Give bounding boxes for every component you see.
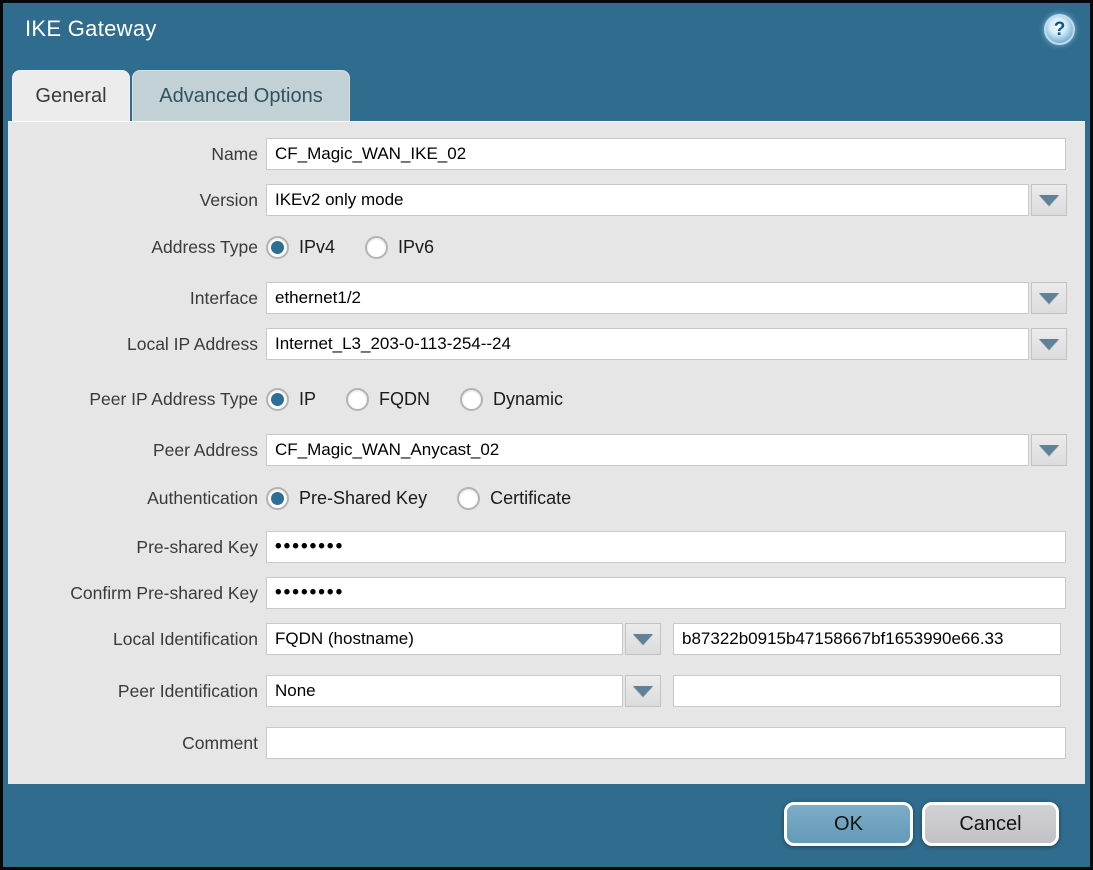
peer-id-label: Peer Identification — [8, 681, 258, 702]
cancel-button[interactable]: Cancel — [922, 802, 1059, 846]
version-input[interactable] — [266, 184, 1029, 216]
name-input[interactable] — [266, 138, 1066, 170]
form-row-psk: Pre-shared Key — [8, 531, 1085, 563]
ike-gateway-dialog: IKE Gateway ? General Advanced Options N… — [0, 0, 1093, 870]
comment-input[interactable] — [266, 727, 1066, 759]
radio-ipv6-label[interactable]: IPv6 — [398, 237, 434, 258]
tab-advanced-options[interactable]: Advanced Options — [132, 70, 350, 121]
radio-peer-fqdn[interactable] — [346, 388, 369, 411]
form-row-peer-address: Peer Address — [8, 434, 1085, 466]
form-row-address-type: Address Type IPv4 IPv6 — [8, 231, 1085, 263]
ok-button[interactable]: OK — [784, 802, 913, 846]
form-row-confirm-psk: Confirm Pre-shared Key — [8, 577, 1085, 609]
local-ip-dropdown-arrow-icon[interactable] — [1031, 328, 1067, 360]
peer-address-dropdown-arrow-icon[interactable] — [1031, 434, 1067, 466]
radio-certificate-label[interactable]: Certificate — [490, 488, 571, 509]
form-row-interface: Interface — [8, 282, 1085, 314]
local-id-dropdown-arrow-icon[interactable] — [625, 623, 661, 655]
form-row-version: Version — [8, 184, 1085, 216]
form-row-name: Name — [8, 138, 1085, 170]
form-row-authentication: Authentication Pre-Shared Key Certificat… — [8, 482, 1085, 514]
form-row-local-id: Local Identification — [8, 623, 1085, 655]
radio-pre-shared-key-label[interactable]: Pre-Shared Key — [299, 488, 427, 509]
form-row-local-ip: Local IP Address — [8, 328, 1085, 360]
interface-dropdown-arrow-icon[interactable] — [1031, 282, 1067, 314]
local-id-type-select[interactable] — [266, 623, 623, 655]
confirm-psk-label: Confirm Pre-shared Key — [8, 583, 258, 604]
peer-id-dropdown-arrow-icon[interactable] — [625, 675, 661, 707]
peer-id-value-input[interactable] — [673, 675, 1061, 707]
help-icon[interactable]: ? — [1044, 14, 1075, 45]
local-id-value-input[interactable] — [673, 623, 1061, 655]
local-ip-input[interactable] — [266, 328, 1029, 360]
radio-peer-ip-label[interactable]: IP — [299, 389, 316, 410]
peer-id-type-select[interactable] — [266, 675, 623, 707]
radio-peer-dynamic[interactable] — [460, 388, 483, 411]
tab-general[interactable]: General — [12, 70, 130, 121]
local-id-label: Local Identification — [8, 629, 258, 650]
dialog-title: IKE Gateway — [25, 16, 157, 42]
form-row-comment: Comment — [8, 727, 1085, 759]
radio-peer-dynamic-label[interactable]: Dynamic — [493, 389, 563, 410]
peer-address-label: Peer Address — [8, 440, 258, 461]
interface-label: Interface — [8, 288, 258, 309]
radio-ipv4-label[interactable]: IPv4 — [299, 237, 335, 258]
local-ip-label: Local IP Address — [8, 334, 258, 355]
radio-certificate[interactable] — [457, 487, 480, 510]
peer-type-label: Peer IP Address Type — [8, 389, 258, 410]
comment-label: Comment — [8, 733, 258, 754]
version-dropdown-arrow-icon[interactable] — [1031, 184, 1067, 216]
radio-peer-ip[interactable] — [266, 388, 289, 411]
radio-ipv4[interactable] — [266, 236, 289, 259]
address-type-label: Address Type — [8, 237, 258, 258]
version-label: Version — [8, 190, 258, 211]
radio-pre-shared-key[interactable] — [266, 487, 289, 510]
interface-input[interactable] — [266, 282, 1029, 314]
confirm-psk-input[interactable] — [266, 577, 1066, 609]
psk-label: Pre-shared Key — [8, 537, 258, 558]
peer-address-input[interactable] — [266, 434, 1029, 466]
radio-peer-fqdn-label[interactable]: FQDN — [379, 389, 430, 410]
name-label: Name — [8, 144, 258, 165]
authentication-label: Authentication — [8, 488, 258, 509]
radio-ipv6[interactable] — [365, 236, 388, 259]
general-tab-panel: Name Version Address Type IPv4 IPv6 Inte… — [8, 121, 1085, 784]
psk-input[interactable] — [266, 531, 1066, 563]
form-row-peer-id: Peer Identification — [8, 675, 1085, 707]
tab-bar: General Advanced Options — [12, 70, 350, 121]
form-row-peer-type: Peer IP Address Type IP FQDN Dynamic — [8, 383, 1085, 415]
